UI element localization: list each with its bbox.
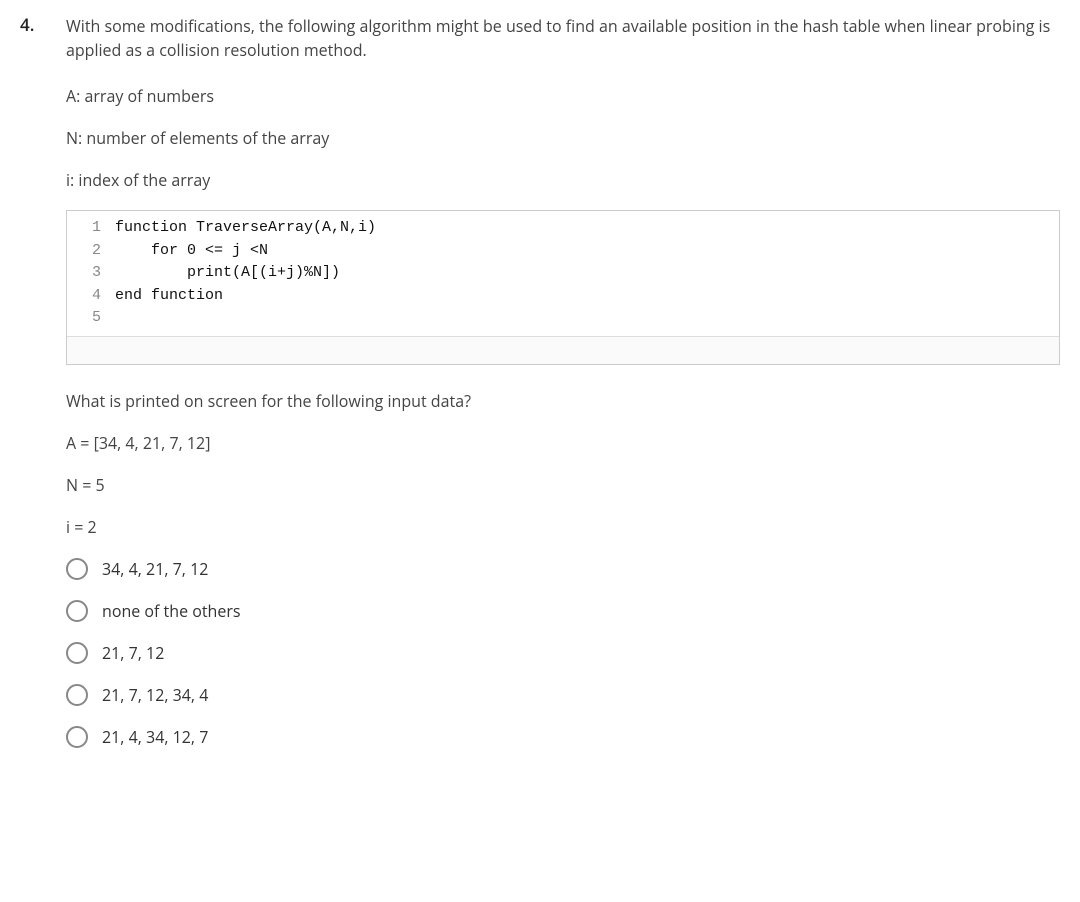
option-label: 21, 4, 34, 12, 7 — [102, 725, 208, 749]
code-line: 4 end function — [67, 285, 1059, 308]
code-line: 1 function TraverseArray(A,N,i) — [67, 217, 1059, 240]
line-number: 2 — [67, 240, 115, 263]
input-A: A = [34, 4, 21, 7, 12] — [66, 431, 1060, 455]
question-intro: With some modifications, the following a… — [66, 14, 1060, 62]
code-line: 3 print(A[(i+j)%N]) — [67, 262, 1059, 285]
option-label: 21, 7, 12, 34, 4 — [102, 683, 208, 707]
line-number: 1 — [67, 217, 115, 240]
code-footer-bar — [67, 336, 1059, 364]
option-label: 34, 4, 21, 7, 12 — [102, 557, 208, 581]
code-text: print(A[(i+j)%N]) — [115, 262, 340, 285]
definition-A: A: array of numbers — [66, 84, 1060, 108]
radio-icon — [66, 558, 88, 580]
question-number: 4. — [20, 10, 66, 38]
code-text: function TraverseArray(A,N,i) — [115, 217, 376, 240]
input-i: i = 2 — [66, 515, 1060, 539]
question-prompt: What is printed on screen for the follow… — [66, 389, 1060, 413]
option-3[interactable]: 21, 7, 12 — [66, 641, 1060, 665]
line-number: 5 — [67, 307, 115, 330]
definition-i: i: index of the array — [66, 168, 1060, 192]
input-N: N = 5 — [66, 473, 1060, 497]
code-text: for 0 <= j <N — [115, 240, 268, 263]
line-number: 3 — [67, 262, 115, 285]
question-body: With some modifications, the following a… — [66, 10, 1060, 767]
code-lines: 1 function TraverseArray(A,N,i) 2 for 0 … — [67, 211, 1059, 336]
option-5[interactable]: 21, 4, 34, 12, 7 — [66, 725, 1060, 749]
options-group: 34, 4, 21, 7, 12 none of the others 21, … — [66, 557, 1060, 749]
option-2[interactable]: none of the others — [66, 599, 1060, 623]
radio-icon — [66, 684, 88, 706]
option-label: 21, 7, 12 — [102, 641, 164, 665]
code-text: end function — [115, 285, 223, 308]
code-line: 5 — [67, 307, 1059, 330]
radio-icon — [66, 642, 88, 664]
question: 4. With some modifications, the followin… — [20, 10, 1060, 767]
radio-icon — [66, 726, 88, 748]
definition-N: N: number of elements of the array — [66, 126, 1060, 150]
code-block: 1 function TraverseArray(A,N,i) 2 for 0 … — [66, 210, 1060, 365]
radio-icon — [66, 600, 88, 622]
option-label: none of the others — [102, 599, 241, 623]
option-1[interactable]: 34, 4, 21, 7, 12 — [66, 557, 1060, 581]
option-4[interactable]: 21, 7, 12, 34, 4 — [66, 683, 1060, 707]
line-number: 4 — [67, 285, 115, 308]
code-line: 2 for 0 <= j <N — [67, 240, 1059, 263]
